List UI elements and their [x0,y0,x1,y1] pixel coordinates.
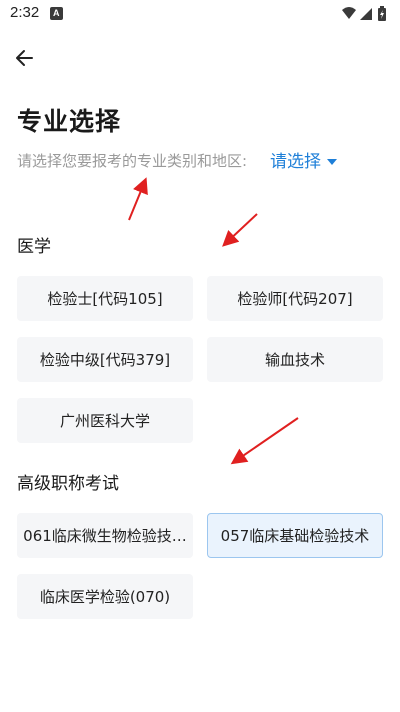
subtitle: 请选择您要报考的专业类别和地区: [17,152,248,170]
notification-glyph: A [53,8,60,18]
signal-icon [360,8,372,20]
option-label: 输血技术 [264,351,325,369]
arrow-left-icon [16,50,33,66]
option-057-selected[interactable]: 057临床基础检验技术 [207,513,383,558]
option-061[interactable]: 061临床微生物检验技… [17,513,193,558]
status-bar: 2:32 A [0,0,400,28]
option-jianyanshi[interactable]: 检验士[代码105] [17,276,193,321]
option-label: 057临床基础检验技术 [220,527,370,545]
caret-down-icon [327,159,337,165]
status-icons [342,6,386,21]
back-button[interactable] [12,45,38,71]
option-jianyan-zhongji[interactable]: 检验中级[代码379] [17,337,193,382]
status-time: 2:32 [10,4,40,21]
option-label: 临床医学检验(070) [39,588,171,606]
region-select[interactable]: 请选择 [270,147,337,172]
option-label: 检验师[代码207] [237,290,353,308]
option-shuxue-jishu[interactable]: 输血技术 [207,337,383,382]
wifi-icon [342,7,356,19]
annotation-arrow [222,213,258,247]
section-title-senior: 高级职称考试 [17,474,119,494]
option-label: 061临床微生物检验技… [23,527,187,545]
option-label: 检验中级[代码379] [39,351,171,369]
page-title: 专业选择 [17,107,122,136]
section-title-medicine: 医学 [17,237,51,257]
notification-icon: A [50,7,63,20]
annotation-arrow [230,417,299,465]
battery-icon [378,6,386,21]
annotation-arrow [128,177,148,221]
region-select-label: 请选择 [270,152,321,172]
option-label: 检验士[代码105] [47,290,163,308]
option-jianyanshi-207[interactable]: 检验师[代码207] [207,276,383,321]
option-guangzhou-yike[interactable]: 广州医科大学 [17,398,193,443]
option-label: 广州医科大学 [59,412,150,430]
option-070[interactable]: 临床医学检验(070) [17,574,193,619]
